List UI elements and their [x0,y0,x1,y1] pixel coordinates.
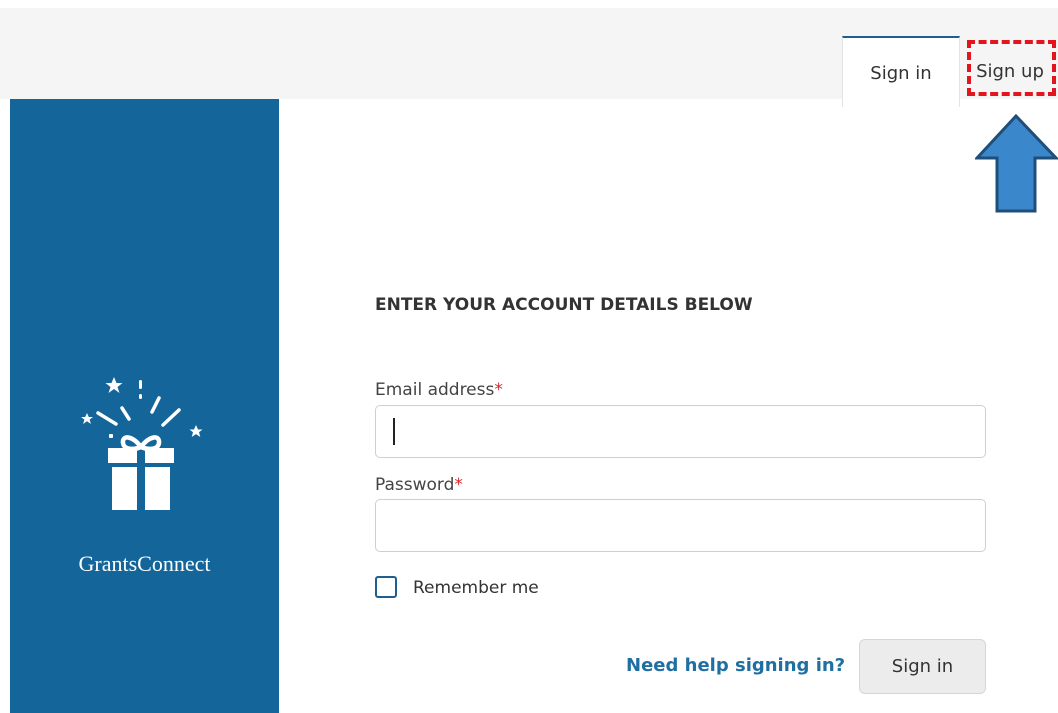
top-tab-bar: Sign in Sign up [0,8,1058,107]
text-cursor [393,418,395,445]
remember-me-label[interactable]: Remember me [413,578,539,598]
email-label-text: Email address [375,380,495,400]
password-field[interactable] [375,499,986,552]
need-help-link[interactable]: Need help signing in? [626,655,845,676]
required-marker: * [454,475,463,495]
tab-sign-in[interactable]: Sign in [842,36,960,107]
email-field[interactable] [375,405,986,458]
required-marker: * [494,380,503,400]
login-page: Sign in Sign up GrantsConnect ENTER YOUR… [0,0,1058,713]
password-label: Password* [375,475,463,495]
brand-name: GrantsConnect [78,551,211,576]
gift-icon [81,377,203,510]
remember-me-checkbox[interactable] [375,576,397,598]
form-heading: ENTER YOUR ACCOUNT DETAILS BELOW [375,295,753,315]
sign-in-button[interactable]: Sign in [859,639,986,694]
email-label: Email address* [375,380,503,400]
password-label-text: Password [375,475,455,495]
brand-sidebar: GrantsConnect [10,99,279,713]
sign-up-highlight-box [967,40,1056,96]
up-arrow-annotation-icon [975,114,1058,213]
